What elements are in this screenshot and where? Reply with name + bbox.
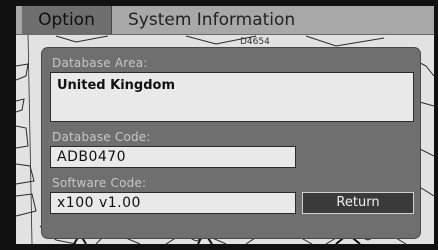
software-code-field: x100 v1.00	[50, 192, 296, 214]
database-area-label: Database Area:	[52, 56, 148, 70]
system-info-panel: Database Area: United Kingdom Database C…	[42, 48, 420, 238]
database-code-field: ADB0470	[50, 146, 296, 168]
database-code-label: Database Code:	[52, 130, 151, 144]
tab-option[interactable]: Option	[22, 6, 112, 34]
screen: D4654 Option System Information Database…	[16, 6, 434, 244]
map-label: D4654	[240, 37, 270, 47]
software-code-label: Software Code:	[52, 176, 147, 190]
tab-system-information[interactable]: System Information	[128, 6, 388, 34]
database-area-field: United Kingdom	[50, 72, 414, 122]
return-button[interactable]: Return	[302, 192, 414, 214]
tab-bar: Option System Information	[16, 6, 434, 35]
device-frame: D4654 Option System Information Database…	[0, 0, 438, 250]
